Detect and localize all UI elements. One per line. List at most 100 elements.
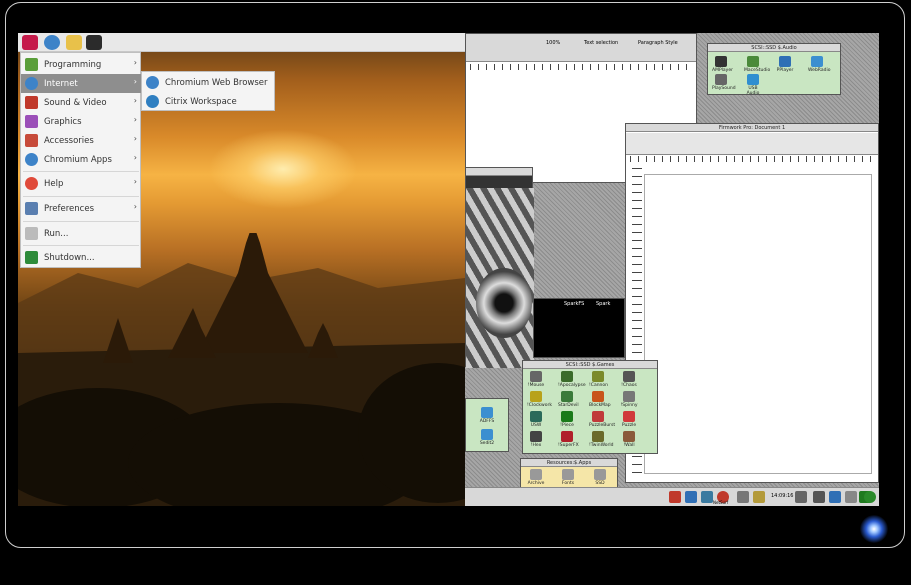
raspberry-menu-icon[interactable] bbox=[22, 35, 38, 50]
menu-item-accessories[interactable]: Accessories › bbox=[21, 131, 141, 150]
internet-icon bbox=[25, 77, 38, 90]
games-directory-window[interactable]: SCSI::SSD $.Games !Mouse !Apocalypse !Ca… bbox=[522, 360, 658, 454]
chevron-right-icon: › bbox=[133, 177, 137, 186]
menu-item-preferences[interactable]: Preferences › bbox=[21, 199, 141, 218]
image-viewer-titlebar[interactable] bbox=[466, 168, 532, 176]
firmwork-document-window[interactable]: Firmwork Pro: Document 1 bbox=[625, 123, 879, 483]
document-ruler bbox=[470, 64, 694, 70]
draw-icon[interactable] bbox=[701, 491, 713, 503]
menu-separator bbox=[23, 196, 139, 197]
chevron-right-icon: › bbox=[133, 202, 137, 211]
app-pplayer[interactable]: PPlayer bbox=[776, 56, 794, 78]
programming-icon bbox=[25, 58, 38, 71]
menu-separator bbox=[23, 245, 139, 246]
menu-separator bbox=[23, 221, 139, 222]
netsurf-label: NetSurf bbox=[713, 500, 729, 505]
app-game[interactable]: !Spinny bbox=[620, 391, 638, 413]
app-game[interactable]: !Clockwork bbox=[527, 391, 552, 413]
app-game[interactable]: USW bbox=[527, 411, 545, 433]
submenu-item-citrix[interactable]: Citrix Workspace bbox=[142, 92, 274, 111]
app-game[interactable]: StarDevil bbox=[558, 391, 579, 413]
chromium-icon bbox=[146, 76, 159, 89]
power-led-glow bbox=[860, 515, 888, 543]
clock-readout: 14:09:16 bbox=[771, 493, 794, 499]
image-viewer-window[interactable] bbox=[465, 167, 534, 368]
games-window-titlebar[interactable]: SCSI::SSD $.Games bbox=[523, 361, 657, 369]
citrix-icon bbox=[146, 95, 159, 108]
disc-icon[interactable] bbox=[813, 491, 825, 503]
chromium-icon bbox=[25, 153, 38, 166]
audio-directory-window[interactable]: SCSI::SSD $.Audio AMPlayer MaceStudio PP… bbox=[707, 43, 841, 96]
paragraph-style-label: Paragraph Style bbox=[638, 40, 678, 46]
app-webradio[interactable]: WebRadio bbox=[808, 56, 830, 78]
zoom-readout: 100% bbox=[546, 40, 561, 46]
internet-submenu: Chromium Web Browser Citrix Workspace bbox=[141, 71, 275, 111]
app-sedit2[interactable]: Sedit2 bbox=[478, 429, 496, 451]
app-game[interactable]: !SuperFX bbox=[558, 431, 579, 453]
audio-window-titlebar[interactable]: SCSI::SSD $.Audio bbox=[708, 44, 840, 52]
run-icon bbox=[25, 227, 38, 240]
graph-icon[interactable] bbox=[845, 491, 857, 503]
menu-item-chromium-apps[interactable]: Chromium Apps › bbox=[21, 150, 141, 169]
app-game[interactable]: !Wall bbox=[620, 431, 638, 453]
app-game[interactable]: !Cannon bbox=[589, 371, 608, 393]
menu-item-run[interactable]: Run... bbox=[21, 224, 141, 243]
preferences-icon bbox=[25, 202, 38, 215]
submenu-item-chromium[interactable]: Chromium Web Browser bbox=[142, 73, 274, 92]
document-toolbar: 100% Text selection Paragraph Style bbox=[466, 34, 696, 62]
chevron-right-icon: › bbox=[133, 115, 137, 124]
menu-item-internet[interactable]: Internet › bbox=[21, 74, 141, 93]
file-manager-icon[interactable] bbox=[66, 35, 82, 50]
chevron-right-icon: › bbox=[133, 96, 137, 105]
sparkfs-tab[interactable]: SparkFS bbox=[564, 301, 584, 307]
menu-item-sound-video[interactable]: Sound & Video › bbox=[21, 93, 141, 112]
app-game[interactable]: PuzzleBurst bbox=[589, 411, 615, 433]
app-game[interactable]: !TwinWorld bbox=[589, 431, 614, 453]
menu-item-graphics[interactable]: Graphics › bbox=[21, 112, 141, 131]
vfp-icon[interactable] bbox=[829, 491, 841, 503]
browser-launch-icon[interactable] bbox=[44, 35, 60, 50]
eye-image bbox=[476, 268, 532, 338]
chevron-right-icon: › bbox=[133, 77, 137, 86]
spark-tab[interactable]: Spark bbox=[596, 301, 610, 307]
menu-item-programming[interactable]: Programming › bbox=[21, 55, 141, 74]
riscos-iconbar: NetSurf 14:09:16 bbox=[465, 487, 879, 506]
chevron-right-icon: › bbox=[133, 58, 137, 67]
app-usb-audio[interactable]: USB Audio bbox=[744, 74, 762, 96]
app-game[interactable]: !Mouse bbox=[527, 371, 545, 393]
small-directory-window[interactable]: ADFFS Sedit2 bbox=[465, 398, 509, 452]
app-playsound[interactable]: PlaySound bbox=[712, 74, 736, 96]
menu-item-help[interactable]: Help › bbox=[21, 174, 141, 193]
graphics-icon bbox=[25, 115, 38, 128]
app-adffs[interactable]: ADFFS bbox=[478, 407, 496, 429]
wallpaper-sun bbox=[208, 129, 358, 209]
network-icon[interactable] bbox=[795, 491, 807, 503]
gear-icon[interactable] bbox=[864, 491, 876, 503]
chevron-right-icon: › bbox=[133, 134, 137, 143]
resources-window-titlebar[interactable]: Resources:$.Apps bbox=[521, 459, 617, 467]
shutdown-icon bbox=[25, 251, 38, 264]
riscos-desktop: 100% Text selection Paragraph Style SCSI… bbox=[465, 33, 879, 506]
pdf-icon[interactable] bbox=[669, 491, 681, 503]
help-icon bbox=[25, 177, 38, 190]
applications-menu: Programming › Internet › Sound & Video ›… bbox=[20, 52, 141, 268]
paint-icon[interactable] bbox=[737, 491, 749, 503]
app-game[interactable]: !Hex bbox=[527, 431, 545, 453]
sparkfs-window[interactable]: SparkFS Spark bbox=[533, 298, 625, 358]
document-titlebar[interactable]: Firmwork Pro: Document 1 bbox=[626, 124, 878, 132]
menu-item-shutdown[interactable]: Shutdown... bbox=[21, 248, 141, 267]
pen-icon[interactable] bbox=[753, 491, 765, 503]
app-game[interactable]: BlockMap bbox=[589, 391, 611, 413]
document-page[interactable] bbox=[644, 174, 872, 474]
menu-separator bbox=[23, 171, 139, 172]
document-toolbar bbox=[626, 133, 878, 155]
edit-icon[interactable] bbox=[685, 491, 697, 503]
app-game[interactable]: !Piece bbox=[558, 411, 576, 433]
app-game[interactable]: !Chaos bbox=[620, 371, 638, 393]
app-game[interactable]: !Apocalypse bbox=[558, 371, 586, 393]
terminal-icon[interactable] bbox=[86, 35, 102, 50]
app-game[interactable]: Puzzle bbox=[620, 411, 638, 433]
rpi-taskbar bbox=[18, 33, 465, 52]
accessories-icon bbox=[25, 134, 38, 147]
document-ruler bbox=[630, 156, 876, 162]
